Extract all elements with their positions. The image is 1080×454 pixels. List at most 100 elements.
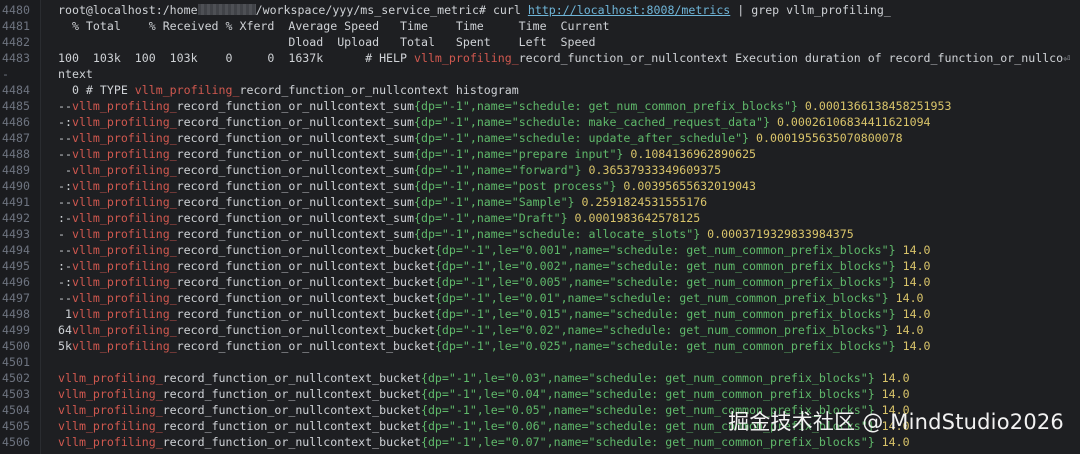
terminal-line: 4489 -vllm_profiling_record_function_or_… [0,162,1080,178]
line-number: 4494 [2,243,30,257]
terminal-line: 4503 vllm_profiling_record_function_or_nu… [0,386,1080,402]
grep-pattern: vllm_profiling_ [786,3,891,17]
terminal-line: 4492:-vllm_profiling_record_function_or_… [0,210,1080,226]
terminal-line: 4484 0 # TYPE vllm_profiling_record_func… [0,82,1080,98]
match-highlight: vllm_profiling_ [71,179,177,193]
match-highlight: vllm_profiling_ [58,435,163,449]
metric-value: 14.0 [895,339,931,353]
metric-value: 14.0 [895,275,931,289]
metric-value: 14.0 [895,243,931,257]
command-name: curl [492,3,521,17]
metric-name: record_function_or_nullcontext_sum [176,179,414,193]
terminal-line: 4500 5kvllm_profiling_record_function_or_… [0,338,1080,354]
metric-name: record_function_or_nullcontext_bucket [176,291,435,305]
metric-labels: {dp="-1",le="0.015",name="schedule: get_… [434,307,896,321]
metric-name: record_function_or_nullcontext_bucket [176,275,435,289]
terminal-line: 4499 64vllm_profiling_record_function_or_… [0,322,1080,338]
metric-name: record_function_or_nullcontext_sum [176,147,414,161]
progress-fragment: - [58,227,72,241]
terminal-line: 4491 --vllm_profiling_record_function_or_… [0,194,1080,210]
line-number: 4482 [2,35,30,49]
progress-fragment: -- [58,243,72,257]
line-number: 4502 [2,371,30,385]
metric-labels: {dp="-1",name="schedule: allocate_slots"… [414,227,701,241]
metric-name: record_function_or_nullcontext_sum [176,115,414,129]
progress-fragment: 5k [58,339,72,353]
metric-labels: {dp="-1",name="Sample"} [414,195,575,209]
match-highlight: vllm_profiling_ [71,115,177,129]
line-number: 4500 [2,339,30,353]
line-number: 4481 [2,19,30,33]
progress-fragment: - [58,163,72,177]
output-text: record_function_or_nullcontext histogram [239,83,519,97]
line-number: 4480 [2,3,30,17]
line-number: 4490 [2,179,30,193]
metric-name: record_function_or_nullcontext_bucket [162,419,421,433]
progress-fragment: -: [58,115,72,129]
wrap-indicator-icon: ⏎ [1063,51,1071,65]
line-content: % Total % Received % Xferd Average Speed… [58,18,609,34]
terminal-line: 4498 1vllm_profiling_record_function_or_… [0,306,1080,322]
metric-value: 0.1084136962890625 [623,147,757,161]
terminal-line: 4490 -:vllm_profiling_record_function_or_… [0,178,1080,194]
metric-labels: {dp="-1",name="schedule: get_num_common_… [414,99,798,113]
match-highlight: vllm_profiling_ [71,227,177,241]
match-highlight: vllm_profiling_ [58,371,163,385]
metrics-url: http://localhost:8008/metrics [527,3,731,17]
terminal-line: 4496 -:vllm_profiling_record_function_or_… [0,274,1080,290]
match-highlight: vllm_profiling_ [71,163,177,177]
line-number: 4503 [2,387,30,401]
shell-prompt: root@localhost:/home [58,3,198,17]
line-content: - vllm_profiling_record_function_or_null… [58,226,854,242]
metric-labels: {dp="-1",name="schedule: make_cached_req… [414,115,770,129]
line-number: 4496 [2,275,30,289]
progress-fragment: -: [58,275,72,289]
progress-fragment: :- [58,259,72,273]
watermark: 掘金技术社区 @ MindStudio2026 [728,410,1064,434]
line-content: :-vllm_profiling_record_function_or_null… [58,258,931,274]
line-number: 4504 [2,403,30,417]
metric-name: record_function_or_nullcontext_bucket [176,339,435,353]
output-text: ntext [58,67,93,81]
line-content: 1vllm_profiling_record_function_or_nullc… [58,306,931,322]
grep-command: grep [751,3,780,17]
metric-name: record_function_or_nullcontext_bucket [176,323,435,337]
metric-name: record_function_or_nullcontext_sum [176,227,414,241]
match-highlight: vllm_profiling_ [58,419,163,433]
working-directory: /workspace/yyy/ms_service_metric [255,3,479,17]
line-number: 4501 [2,355,30,369]
metric-labels: {dp="-1",le="0.07",name="schedule: get_n… [420,435,875,449]
metric-value: 0.00395655632019043 [616,179,757,193]
line-content: --vllm_profiling_record_function_or_null… [58,130,903,146]
line-content: 64vllm_profiling_record_function_or_null… [58,322,924,338]
metric-name: record_function_or_nullcontext_sum [176,195,414,209]
metric-name: record_function_or_nullcontext_bucket [162,435,421,449]
metric-name: record_function_or_nullcontext_bucket [162,371,421,385]
metric-name: record_function_or_nullcontext_sum [176,131,414,145]
line-content: --vllm_profiling_record_function_or_null… [58,98,951,114]
match-highlight: vllm_profiling_ [71,243,177,257]
match-highlight: vllm_profiling_ [71,147,177,161]
metric-value: 0.36537933349609375 [581,163,722,177]
terminal-line: 4481 % Total % Received % Xferd Average … [0,18,1080,34]
line-number: - [2,67,9,81]
output-text: % Total % Received % Xferd Average Speed… [58,19,610,33]
metric-labels: {dp="-1",le="0.025",name="schedule: get_… [434,339,896,353]
line-number: 4497 [2,291,30,305]
metric-labels: {dp="-1",name="Draft"} [414,211,568,225]
terminal-window[interactable]: 4480 root@localhost:/home/workspace/yyy/m… [0,0,1080,454]
match-highlight: vllm_profiling_ [71,99,177,113]
line-number: 4492 [2,211,30,225]
line-content: 5kvllm_profiling_record_function_or_null… [58,338,931,354]
terminal-line: 4486 -:vllm_profiling_record_function_or_… [0,114,1080,130]
line-number: 4483 [2,51,30,65]
pipe-symbol: | [737,3,745,17]
metric-name: record_function_or_nullcontext_sum [176,163,414,177]
match-highlight: vllm_profiling_ [71,131,177,145]
line-number: 4486 [2,115,30,129]
progress-fragment: 1 [58,307,72,321]
line-content: --vllm_profiling_record_function_or_null… [58,242,931,258]
line-number: 4487 [2,131,30,145]
line-number: 4488 [2,147,30,161]
match-highlight: vllm_profiling_ [71,275,177,289]
